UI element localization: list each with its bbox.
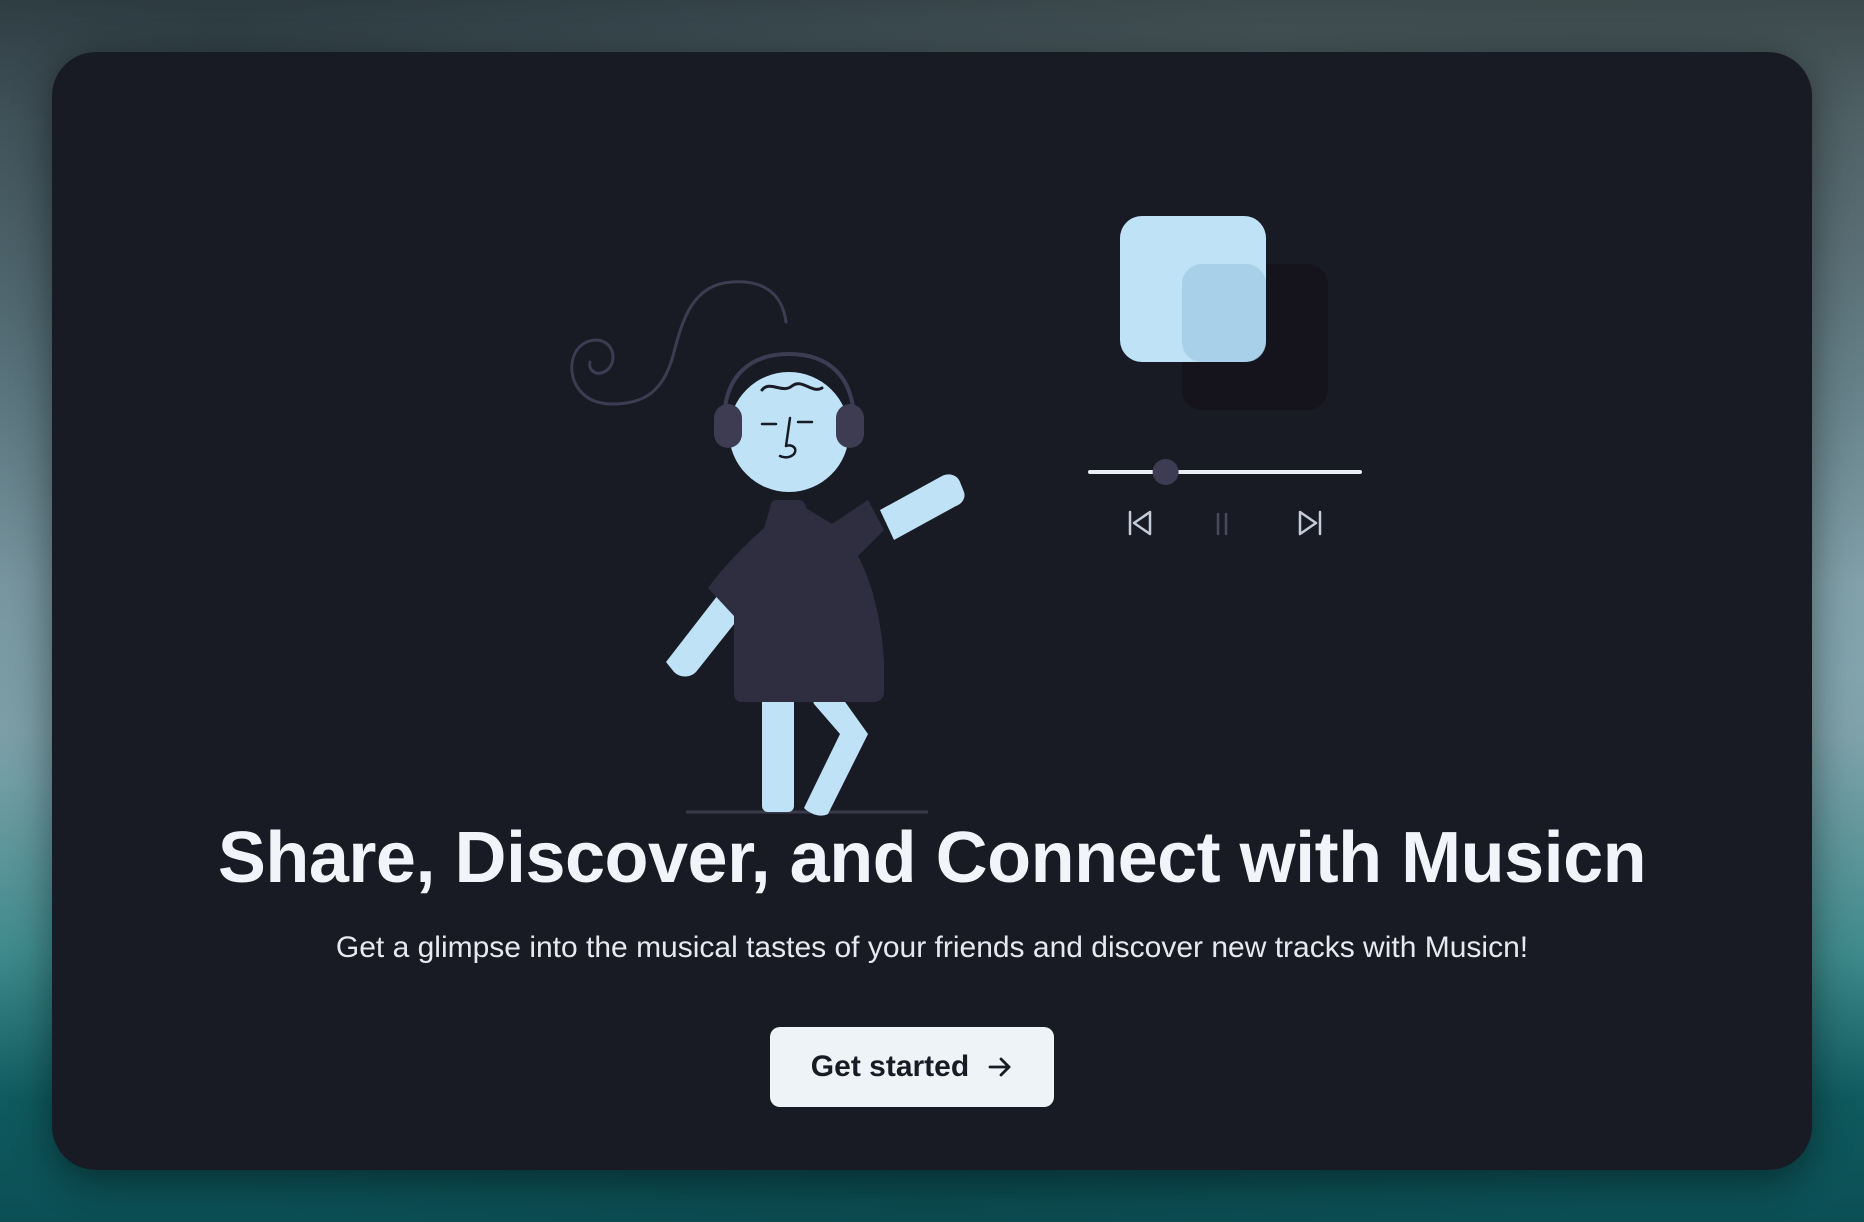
shirt [708,500,884,702]
page-subtitle: Get a glimpse into the musical tastes of… [335,931,1529,964]
left-leg [762,692,794,812]
skip-back-icon [1128,510,1152,536]
right-arm [880,474,965,540]
pause-icon [1216,512,1228,536]
right-leg [804,692,868,816]
onboarding-card: Share, Discover, and Connect with Musicn… [52,52,1812,1170]
get-started-label: Get started [810,1050,970,1083]
get-started-button[interactable]: Get started [770,1027,1054,1107]
album-art-overlap [1182,264,1266,362]
progress-thumb [1152,459,1179,485]
page-title: Share, Discover, and Connect with Musicn [217,818,1647,898]
left-earcup [714,404,742,448]
arrow-right-icon [987,1054,1013,1080]
skip-forward-icon [1298,510,1322,536]
right-earcup [836,404,864,448]
music-listener-illustration [570,216,1362,816]
